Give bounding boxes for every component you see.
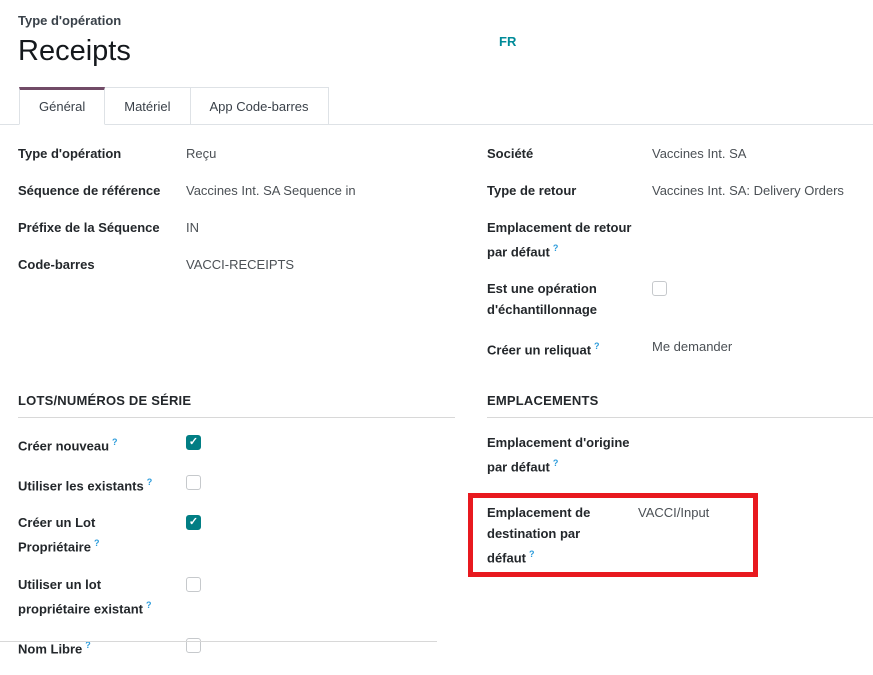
help-icon: ?: [594, 341, 600, 351]
field-default-return-location: Emplacement de retour par défaut?: [487, 217, 873, 262]
help-icon: ?: [553, 243, 559, 253]
field-label: Est une opération d'échantillonnage: [487, 278, 652, 320]
page-title: Receipts: [18, 34, 855, 69]
field-label: Code-barres: [18, 254, 186, 275]
general-group: Type d'opération Reçu Séquence de référe…: [0, 125, 873, 377]
field-company: Société Vaccines Int. SA: [487, 143, 873, 164]
sections-group: LOTS/NUMÉROS DE SÉRIE Créer nouveau? ✓ U…: [0, 393, 873, 675]
form-header: Type d'opération Receipts FR: [0, 0, 873, 69]
field-operation-type: Type d'opération Reçu: [18, 143, 455, 164]
field-label: Utiliser les existants?: [18, 472, 186, 496]
field-free-name: Nom Libre? ✓: [18, 635, 455, 659]
help-icon: ?: [553, 458, 559, 468]
field-label: Séquence de référence: [18, 180, 186, 201]
help-icon: ?: [112, 437, 118, 447]
field-label: Créer un reliquat?: [487, 336, 652, 360]
field-label: Emplacement d'origine par défaut?: [487, 432, 652, 477]
field-value[interactable]: [652, 432, 873, 453]
section-title-locations: EMPLACEMENTS: [487, 393, 873, 418]
field-value[interactable]: Reçu: [186, 143, 455, 164]
lots-section: LOTS/NUMÉROS DE SÉRIE Créer nouveau? ✓ U…: [18, 393, 455, 675]
bottom-divider: [0, 641, 437, 642]
field-sequence-prefix: Préfixe de la Séquence IN: [18, 217, 455, 238]
field-use-existing-owner-lot: Utiliser un lot propriétaire existant? ✓: [18, 574, 455, 619]
general-left-column: Type d'opération Reçu Séquence de référe…: [18, 143, 455, 377]
highlight-box-default-destination-location: Emplacement de destination par défaut? V…: [468, 493, 758, 577]
help-icon: ?: [529, 549, 535, 559]
help-icon: ?: [147, 477, 153, 487]
field-value[interactable]: Vaccines Int. SA Sequence in: [186, 180, 455, 201]
field-value[interactable]: Me demander: [652, 336, 873, 357]
help-icon: ?: [94, 538, 100, 548]
section-title-lots: LOTS/NUMÉROS DE SÉRIE: [18, 393, 455, 418]
field-value[interactable]: Vaccines Int. SA: [652, 143, 873, 164]
breadcrumb: Type d'opération: [18, 12, 855, 30]
general-right-column: Société Vaccines Int. SA Type de retour …: [487, 143, 873, 377]
field-value[interactable]: Vaccines Int. SA: Delivery Orders: [652, 180, 873, 201]
field-label: Type de retour: [487, 180, 652, 201]
field-create-new-lots: Créer nouveau? ✓: [18, 432, 455, 456]
tab-app-code-barres[interactable]: App Code-barres: [190, 87, 329, 124]
tab-materiel[interactable]: Matériel: [104, 87, 190, 124]
field-label: Créer nouveau?: [18, 432, 186, 456]
field-label: Emplacement de destination par défaut?: [487, 502, 638, 568]
locations-section: EMPLACEMENTS Emplacement d'origine par d…: [487, 393, 873, 675]
use-existing-owner-lot-checkbox[interactable]: ✓: [186, 577, 201, 592]
field-create-backorder: Créer un reliquat? Me demander: [487, 336, 873, 360]
field-label: Société: [487, 143, 652, 164]
field-label: Créer un Lot Propriétaire?: [18, 512, 186, 557]
field-label: Nom Libre?: [18, 635, 186, 659]
field-create-owner-lot: Créer un Lot Propriétaire? ✓: [18, 512, 455, 557]
checkmark-icon: ✓: [187, 516, 200, 529]
operation-type-form: Type d'opération Receipts FR Général Mat…: [0, 0, 873, 643]
field-value[interactable]: IN: [186, 217, 455, 238]
field-value[interactable]: [652, 217, 873, 238]
field-label: Type d'opération: [18, 143, 186, 164]
translation-badge[interactable]: FR: [499, 34, 516, 49]
field-use-existing-lots: Utiliser les existants? ✓: [18, 472, 455, 496]
field-value[interactable]: VACCI-RECEIPTS: [186, 254, 455, 275]
use-existing-checkbox[interactable]: ✓: [186, 475, 201, 490]
field-is-sampling-operation: Est une opération d'échantillonnage ✓: [487, 278, 873, 320]
sampling-checkbox[interactable]: ✓: [652, 281, 667, 296]
tab-bar: Général Matériel App Code-barres: [0, 85, 873, 125]
create-owner-lot-checkbox[interactable]: ✓: [186, 515, 201, 530]
field-default-source-location: Emplacement d'origine par défaut?: [487, 432, 873, 477]
checkmark-icon: ✓: [187, 436, 200, 449]
help-icon: ?: [146, 600, 152, 610]
tab-general[interactable]: Général: [19, 87, 105, 125]
field-return-type: Type de retour Vaccines Int. SA: Deliver…: [487, 180, 873, 201]
field-barcode: Code-barres VACCI-RECEIPTS: [18, 254, 455, 275]
field-label: Préfixe de la Séquence: [18, 217, 186, 238]
create-new-checkbox[interactable]: ✓: [186, 435, 201, 450]
field-reference-sequence: Séquence de référence Vaccines Int. SA S…: [18, 180, 455, 201]
field-value[interactable]: VACCI/Input: [638, 502, 753, 523]
field-label: Utiliser un lot propriétaire existant?: [18, 574, 186, 619]
field-label: Emplacement de retour par défaut?: [487, 217, 652, 262]
